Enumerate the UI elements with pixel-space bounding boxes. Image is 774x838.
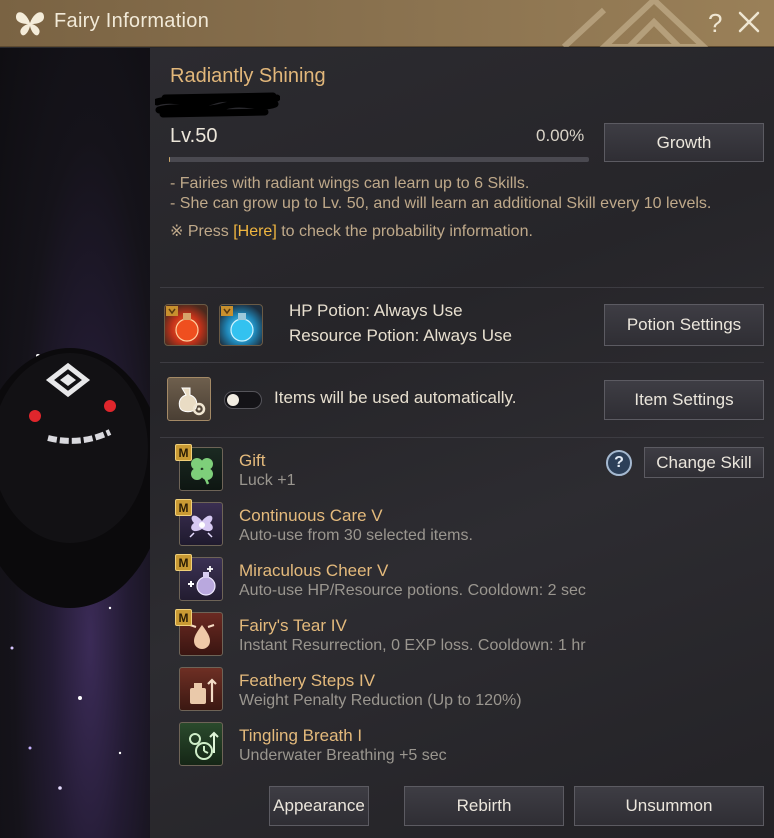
item-settings-icon bbox=[167, 377, 211, 421]
appearance-button[interactable]: Appearance bbox=[269, 786, 369, 826]
skill-description: Instant Resurrection, 0 EXP loss. Cooldo… bbox=[239, 637, 586, 654]
auto-use-status: Items will be used automatically. bbox=[274, 388, 517, 407]
growth-button[interactable]: Growth bbox=[604, 123, 764, 162]
info-line-skills: - Fairies with radiant wings can learn u… bbox=[170, 175, 530, 192]
skill-name: Fairy's Tear IV bbox=[239, 616, 347, 635]
rebirth-button[interactable]: Rebirth bbox=[404, 786, 564, 826]
skill-icon-feathery-steps[interactable] bbox=[179, 667, 223, 711]
window-title: Fairy Information bbox=[54, 10, 210, 32]
fairy-portrait bbox=[0, 48, 150, 838]
growth-progress-bar bbox=[169, 157, 589, 162]
divider bbox=[160, 287, 764, 288]
info-line-growth: - She can grow up to Lv. 50, and will le… bbox=[170, 195, 712, 212]
master-badge: M bbox=[175, 609, 192, 626]
master-badge: M bbox=[175, 444, 192, 461]
skill-name: Miraculous Cheer V bbox=[239, 561, 389, 580]
skill-name: Continuous Care V bbox=[239, 506, 383, 525]
fairy-name: Radiantly Shining bbox=[170, 65, 326, 87]
close-icon[interactable] bbox=[736, 9, 762, 35]
resource-potion-status: Resource Potion: Always Use bbox=[289, 326, 512, 345]
change-skill-button[interactable]: Change Skill bbox=[644, 447, 764, 478]
skill-description: Underwater Breathing +5 sec bbox=[239, 747, 447, 764]
probability-prefix: ※ Press bbox=[170, 223, 234, 240]
unsummon-button[interactable]: Unsummon bbox=[574, 786, 764, 826]
skill-icon-tingling-breath[interactable] bbox=[179, 722, 223, 766]
fairy-level: Lv.50 bbox=[170, 125, 218, 147]
skill-description: Auto-use from 30 selected items. bbox=[239, 527, 473, 544]
master-badge: M bbox=[175, 499, 192, 516]
divider bbox=[160, 437, 764, 438]
master-badge: M bbox=[175, 554, 192, 571]
butterfly-icon bbox=[16, 12, 44, 36]
content-panel bbox=[150, 48, 774, 838]
weight-icon bbox=[190, 678, 217, 704]
bubble-icon bbox=[189, 731, 219, 760]
skill-name: Feathery Steps IV bbox=[239, 671, 376, 690]
auto-use-toggle[interactable] bbox=[224, 391, 262, 409]
fairy-information-window: Fairy Information ? Radiantly Shining Lv… bbox=[0, 0, 774, 838]
resource-potion-slot[interactable] bbox=[219, 304, 263, 346]
resource-potion-icon bbox=[221, 306, 254, 342]
growth-progress-fill bbox=[169, 157, 171, 162]
title-bar[interactable]: Fairy Information ? bbox=[0, 0, 774, 47]
help-button[interactable]: ? bbox=[708, 8, 722, 39]
hp-potion-slot[interactable] bbox=[164, 304, 208, 346]
fairy-character-illustration bbox=[0, 348, 150, 790]
skill-description: Luck +1 bbox=[239, 472, 296, 489]
divider bbox=[160, 362, 764, 363]
probability-here-link[interactable]: [Here] bbox=[233, 223, 277, 240]
redacted-scribble bbox=[155, 92, 280, 118]
hp-potion-status: HP Potion: Always Use bbox=[289, 301, 463, 320]
hp-potion-icon bbox=[166, 306, 199, 342]
title-decoration bbox=[561, 0, 709, 47]
potion-settings-button[interactable]: Potion Settings bbox=[604, 304, 764, 346]
toggle-knob bbox=[227, 394, 239, 406]
skill-description: Weight Penalty Reduction (Up to 120%) bbox=[239, 692, 522, 709]
skill-description: Auto-use HP/Resource potions. Cooldown: … bbox=[239, 582, 586, 599]
growth-percent: 0.00% bbox=[536, 126, 585, 145]
skill-name: Gift bbox=[239, 451, 266, 470]
probability-suffix: to check the probability information. bbox=[276, 223, 533, 240]
skill-name: Tingling Breath I bbox=[239, 726, 363, 745]
probability-info-line: ※ Press [Here] to check the probability … bbox=[170, 221, 533, 241]
skill-help-icon[interactable]: ? bbox=[606, 450, 632, 476]
item-settings-button[interactable]: Item Settings bbox=[604, 380, 764, 420]
